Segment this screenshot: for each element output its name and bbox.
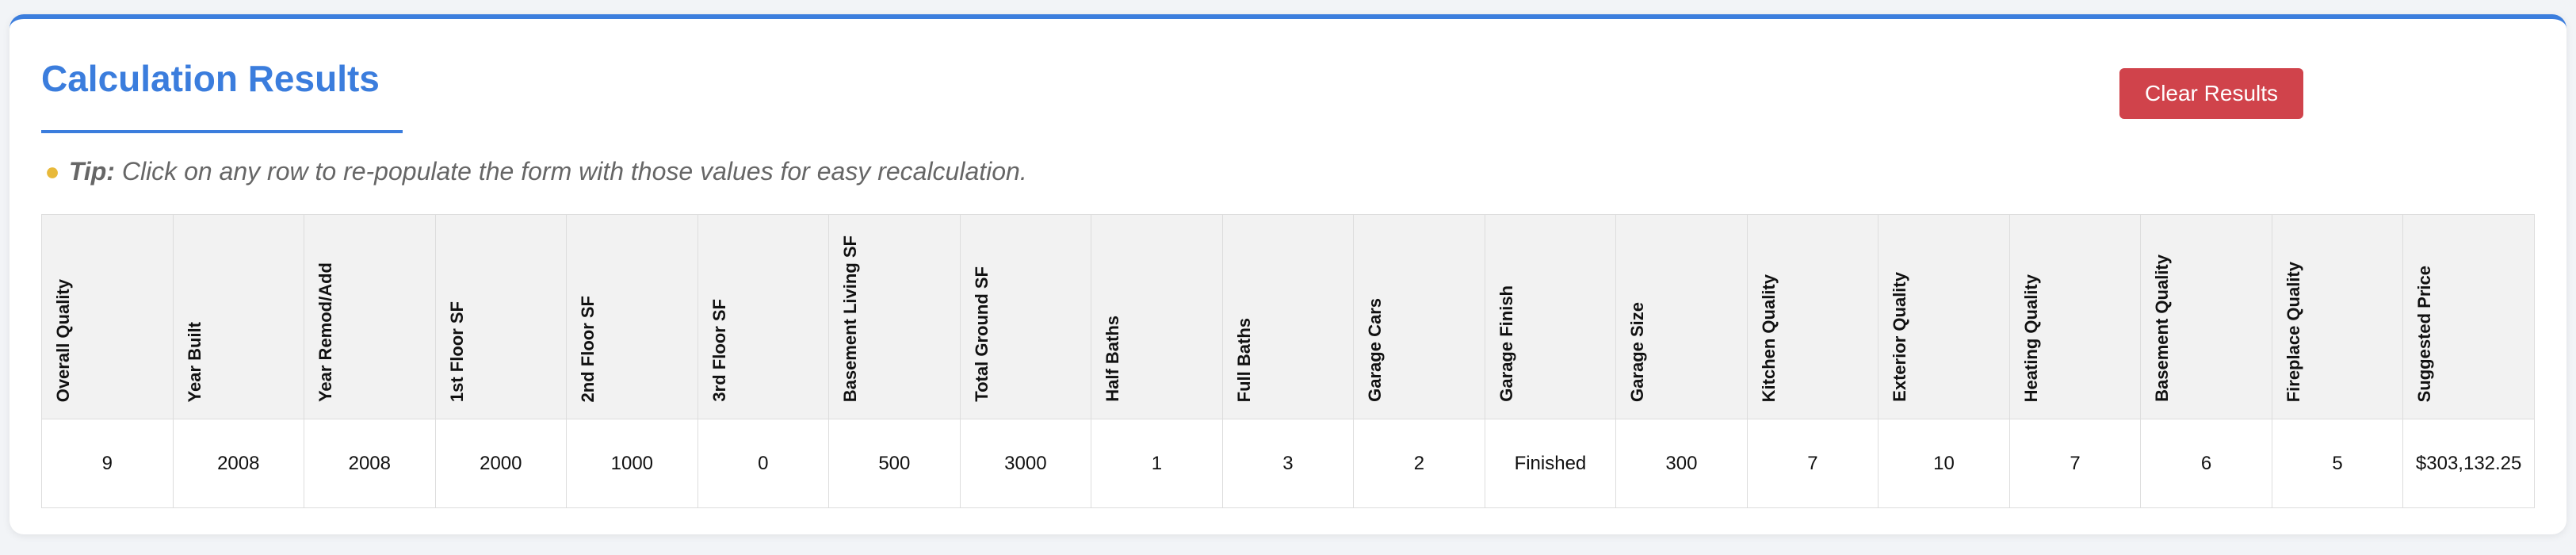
column-header-label: Heating Quality: [2020, 274, 2041, 402]
table-cell: 9: [41, 419, 174, 508]
table-cell: 2000: [434, 419, 568, 508]
results-panel: Calculation Results Clear Results ● Tip:…: [10, 14, 2566, 534]
page-title: Calculation Results: [41, 58, 380, 99]
results-table: Overall Quality Year Built Year Remod/Add 1…: [41, 214, 2535, 508]
column-header: Garage Cars: [1353, 214, 1485, 419]
table-cell: 1000: [566, 419, 698, 508]
table-row[interactable]: 9 2008 2008 2000 1000 0 500 3000 1 3 2 Finished 300 7…: [41, 419, 2535, 508]
column-header-label: 2nd Floor SF: [578, 295, 598, 402]
column-header: Year Built: [172, 214, 305, 419]
column-header: Year Remod/Add: [304, 214, 436, 419]
column-header: Heating Quality: [2008, 214, 2142, 419]
title-underline: [41, 130, 403, 133]
column-header: Garage Finish: [1484, 214, 1617, 419]
table-cell: 3000: [959, 419, 1092, 508]
column-header-label: Total Ground SF: [971, 266, 992, 402]
column-header: Half Baths: [1091, 214, 1223, 419]
column-header-label: Suggested Price: [2414, 265, 2435, 402]
column-header: Basement Quality: [2140, 214, 2272, 419]
table-cell: 500: [828, 419, 961, 508]
table-body: 9 2008 2008 2000 1000 0 500 3000 1 3 2 Finished 300 7…: [41, 419, 2535, 508]
column-header-label: Garage Cars: [1365, 298, 1385, 402]
column-header-label: Overall Quality: [53, 278, 73, 402]
column-header: Full Baths: [1221, 214, 1355, 419]
tip-text: Click on any row to re-populate the form…: [114, 157, 1027, 186]
table-cell: 6: [2140, 419, 2272, 508]
column-header-label: Fireplace Quality: [2283, 261, 2303, 402]
column-header: 3rd Floor SF: [697, 214, 830, 419]
tip-message: ● Tip: Click on any row to re-populate t…: [43, 157, 1027, 186]
table-cell: 5: [2271, 419, 2404, 508]
tip-label: Tip:: [68, 157, 115, 186]
table-cell: $303,132.25: [2402, 419, 2535, 508]
column-header-label: Garage Finish: [1496, 285, 1516, 402]
table-cell: 2008: [304, 419, 436, 508]
table-cell: Finished: [1484, 419, 1617, 508]
column-header: Suggested Price: [2402, 214, 2535, 419]
table-cell: 7: [1746, 419, 1879, 508]
column-header: 2nd Floor SF: [566, 214, 698, 419]
column-header: Kitchen Quality: [1746, 214, 1879, 419]
column-header-label: Half Baths: [1103, 316, 1123, 402]
column-header: Exterior Quality: [1878, 214, 2010, 419]
lightbulb-icon: ●: [44, 157, 60, 186]
column-header-label: Kitchen Quality: [1758, 274, 1779, 402]
column-header: Garage Size: [1615, 214, 1748, 419]
column-header-label: Full Baths: [1233, 317, 1254, 402]
column-header-label: Exterior Quality: [1890, 272, 1910, 402]
column-header: Overall Quality: [41, 214, 174, 419]
column-header: 1st Floor SF: [434, 214, 568, 419]
column-header: Total Ground SF: [959, 214, 1092, 419]
table-cell: 2008: [172, 419, 305, 508]
table-cell: 2: [1353, 419, 1485, 508]
table-cell: 3: [1221, 419, 1355, 508]
column-header: Basement Living SF: [828, 214, 961, 419]
table-cell: 10: [1878, 419, 2010, 508]
table-cell: 0: [697, 419, 830, 508]
column-header-label: Basement Quality: [2152, 255, 2173, 402]
column-header: Fireplace Quality: [2271, 214, 2404, 419]
column-header-label: 3rd Floor SF: [709, 299, 729, 402]
table-cell: 1: [1091, 419, 1223, 508]
column-header-label: Basement Living SF: [840, 235, 861, 402]
column-header-label: 1st Floor SF: [446, 300, 467, 402]
column-header-label: Garage Size: [1627, 302, 1648, 402]
table-cell: 7: [2008, 419, 2142, 508]
table-header-row: Overall Quality Year Built Year Remod/Add 1…: [41, 214, 2535, 419]
table-cell: 300: [1615, 419, 1748, 508]
clear-results-button[interactable]: Clear Results: [2119, 68, 2303, 119]
column-header-label: Year Built: [184, 321, 204, 402]
column-header-label: Year Remod/Add: [315, 262, 336, 402]
